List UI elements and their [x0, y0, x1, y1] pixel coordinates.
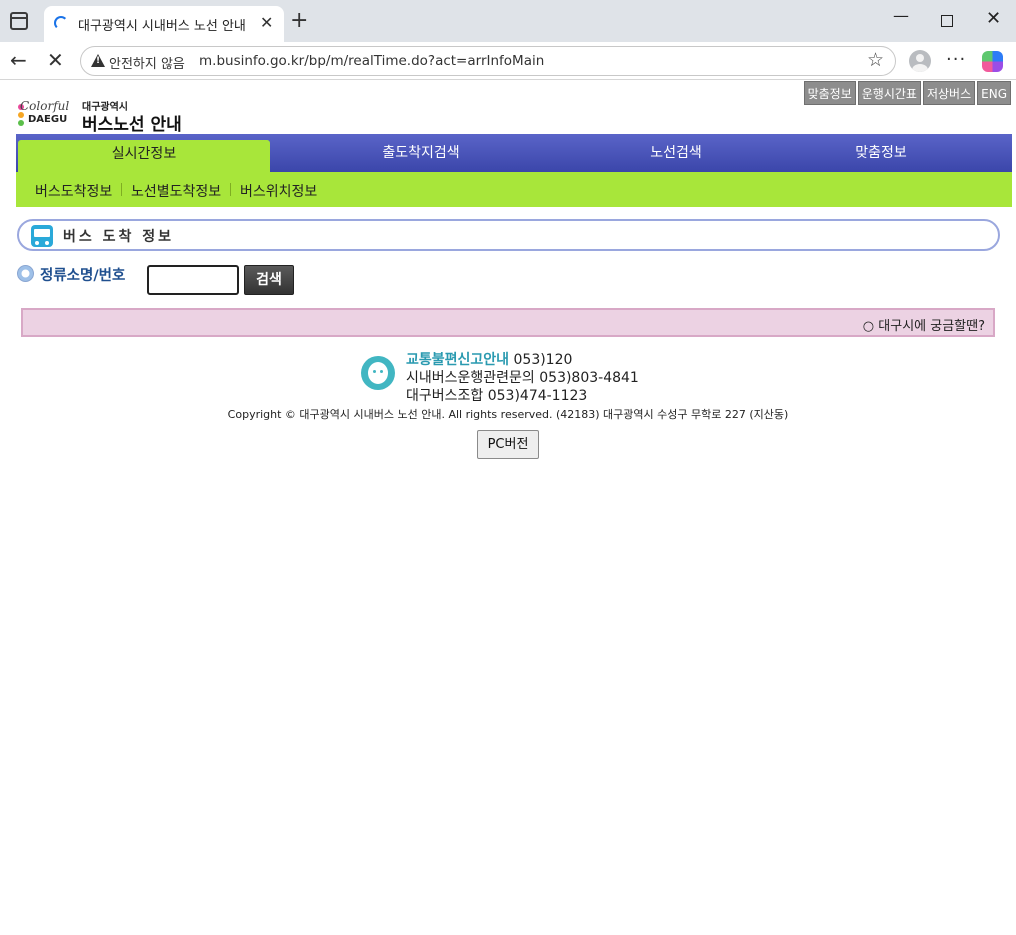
page-content: Colorful DAEGU 대구광역시 버스노선 안내 맞춤정보 운행시간표 …: [4, 81, 1012, 931]
sub-nav-divider: [230, 183, 231, 196]
notice-bar: ○ 대구시에 궁금할땐?: [21, 308, 995, 337]
bus-icon: [31, 225, 53, 247]
security-label[interactable]: 안전하지 않음: [109, 53, 185, 72]
stop-search-input[interactable]: [147, 265, 239, 295]
util-link-low-floor-bus[interactable]: 저상버스: [922, 81, 976, 105]
sub-nav: 버스도착정보 노선별도착정보 버스위치정보: [16, 172, 1012, 207]
new-tab-icon[interactable]: +: [290, 8, 308, 33]
sub-nav-divider: [121, 183, 122, 196]
profile-avatar-icon[interactable]: [909, 50, 931, 72]
warning-icon[interactable]: [91, 54, 105, 67]
section-title: 버스 도착 정보: [63, 229, 175, 245]
browser-tab[interactable]: 대구광역시 시내버스 노선 안내 ✕: [44, 6, 284, 42]
address-bar: ← ✕ 안전하지 않음 m.businfo.go.kr/bp/m/realTim…: [0, 42, 1016, 80]
main-nav-custom-info[interactable]: 맞춤정보: [786, 134, 976, 172]
contact-bus-inquiry: 시내버스운행관련문의 053)803-4841: [406, 370, 639, 386]
url-omnibox[interactable]: 안전하지 않음 m.businfo.go.kr/bp/m/realTime.do…: [80, 46, 896, 76]
report-number: 053)120: [513, 352, 573, 368]
util-link-english[interactable]: ENG: [977, 81, 1011, 105]
sub-nav-bus-arrival[interactable]: 버스도착정보: [35, 181, 112, 201]
logo-daegu-text: DAEGU: [28, 114, 68, 125]
copilot-icon[interactable]: [982, 51, 1003, 72]
favorite-star-icon[interactable]: ☆: [867, 49, 884, 71]
back-icon[interactable]: ←: [10, 48, 27, 72]
more-menu-icon[interactable]: ···: [946, 49, 966, 70]
copyright-text: Copyright © 대구광역시 시내버스 노선 안내. All rights…: [227, 408, 789, 421]
notice-link[interactable]: ○ 대구시에 궁금할땐?: [863, 315, 985, 334]
logo-title-text: 버스노선 안내: [82, 115, 182, 135]
browser-tab-bar: 대구광역시 시내버스 노선 안내 ✕ + — ✕: [0, 0, 1016, 42]
url-text[interactable]: m.businfo.go.kr/bp/m/realTime.do?act=arr…: [199, 53, 544, 69]
footer: 교통불편신고안내 053)120 시내버스운행관련문의 053)803-4841…: [4, 349, 1012, 459]
util-link-timetable[interactable]: 운행시간표: [857, 81, 921, 105]
window-maximize-icon[interactable]: [941, 15, 953, 27]
contact-bus-union: 대구버스조합 053)474-1123: [406, 388, 588, 404]
util-link-custom-info[interactable]: 맞춤정보: [803, 81, 856, 105]
call-center-operator-icon: [361, 356, 395, 390]
tab-actions-icon[interactable]: [10, 12, 28, 30]
window-close-icon[interactable]: ✕: [986, 8, 1001, 29]
tab-close-icon[interactable]: ✕: [260, 13, 273, 32]
tab-title: 대구광역시 시내버스 노선 안내: [78, 19, 246, 34]
site-logo[interactable]: Colorful DAEGU 대구광역시 버스노선 안내: [18, 96, 188, 135]
main-nav-realtime[interactable]: 실시간정보: [18, 140, 270, 172]
sub-nav-route-arrival[interactable]: 노선별도착정보: [131, 181, 221, 201]
main-nav: 실시간정보 출도착지검색 노선검색 맞춤정보: [16, 134, 1012, 172]
bullet-circle-icon: [17, 265, 34, 282]
stop-loading-icon[interactable]: ✕: [47, 48, 64, 72]
logo-colorful-text: Colorful: [20, 99, 70, 113]
sub-nav-bus-location[interactable]: 버스위치정보: [240, 181, 317, 201]
utility-links: 맞춤정보 운행시간표 저상버스 ENG: [803, 81, 1011, 105]
pc-version-button[interactable]: PC버전: [477, 430, 539, 459]
main-nav-route-search-od[interactable]: 출도착지검색: [296, 134, 546, 172]
contact-report-line: 교통불편신고안내 053)120: [406, 349, 572, 369]
window-minimize-icon[interactable]: —: [893, 6, 909, 25]
loading-spinner-icon: [54, 16, 68, 30]
stop-search-label: 정류소명/번호: [40, 268, 126, 284]
report-label: 교통불편신고안내: [406, 352, 510, 368]
main-nav-route-search[interactable]: 노선검색: [556, 134, 796, 172]
section-header: 버스 도착 정보: [17, 219, 1000, 251]
search-button[interactable]: 검색: [244, 265, 294, 295]
